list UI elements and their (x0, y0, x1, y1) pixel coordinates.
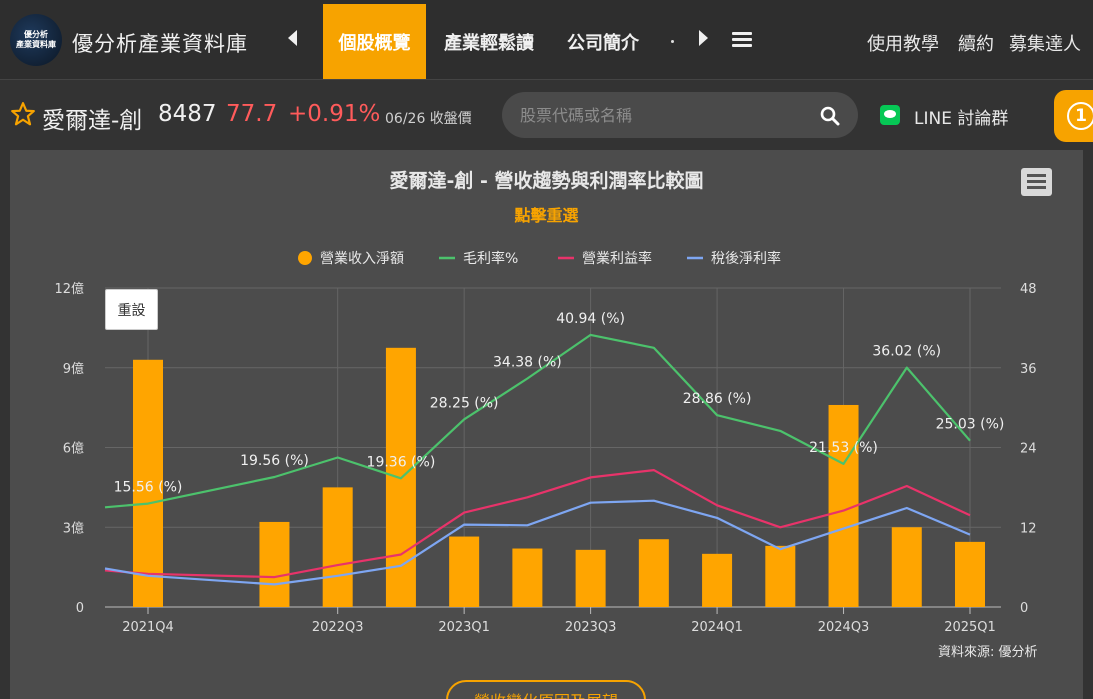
search-icon[interactable] (820, 106, 840, 126)
chevron-left-icon[interactable] (288, 30, 297, 46)
logo-text-line1: 優分析 (24, 30, 48, 39)
brand-name[interactable]: 優分析產業資料庫 (72, 28, 248, 58)
link-tutorial[interactable]: 使用教學 (867, 30, 939, 56)
notification-count: 1 (1067, 102, 1093, 130)
tab-company-profile[interactable]: 公司簡介 (555, 4, 651, 79)
tab-industry-reading[interactable]: 產業輕鬆讀 (433, 4, 545, 79)
notification-button[interactable]: 1 (1054, 90, 1093, 142)
legend-item[interactable]: 營業收入淨額 (320, 251, 404, 267)
chart-menu-button[interactable] (1021, 168, 1052, 196)
stock-name: 愛爾達-創 (42, 108, 143, 134)
link-recruit[interactable]: 募集達人 (1009, 30, 1081, 56)
stock-change: +0.91% (288, 101, 381, 127)
chart-title: 愛爾達-創 - 營收趨勢與利潤率比較圖 (389, 170, 704, 192)
stock-price: 77.7 (226, 101, 278, 127)
revenue-change-outlook-button[interactable]: 營收變化原因及展望 (446, 680, 646, 699)
top-nav-bar: 優分析 產業資料庫 優分析產業資料庫 個股概覽 產業輕鬆讀 公司簡介 使用教學 … (0, 0, 1093, 80)
hamburger-menu-icon[interactable] (732, 32, 752, 48)
line-group-label: LINE 討論群 (914, 109, 1009, 129)
chevron-right-icon[interactable] (699, 30, 708, 46)
overflow-dot (671, 40, 674, 43)
chart-panel (10, 150, 1083, 699)
stock-search-box (502, 92, 858, 138)
legend-item[interactable]: 營業利益率 (582, 250, 652, 267)
search-input[interactable] (520, 92, 810, 138)
legend-item[interactable]: 毛利率% (463, 250, 518, 267)
logo-text-line2: 產業資料庫 (16, 40, 56, 49)
data-source: 資料來源: 優分析 (938, 645, 1038, 660)
tab-stock-overview[interactable]: 個股概覽 (323, 4, 426, 79)
star-icon[interactable] (10, 101, 36, 127)
reselect-link[interactable]: 點擊重選 (0, 202, 1093, 226)
stock-code: 8487 (158, 101, 217, 127)
legend-item[interactable]: 稅後淨利率 (711, 250, 781, 267)
line-app-icon (880, 105, 900, 125)
brand-logo[interactable]: 優分析 產業資料庫 (10, 14, 62, 66)
reset-zoom-button[interactable]: 重設 (105, 289, 158, 330)
link-renew[interactable]: 續約 (958, 30, 994, 56)
close-date-label: 06/26 收盤價 (385, 111, 472, 127)
